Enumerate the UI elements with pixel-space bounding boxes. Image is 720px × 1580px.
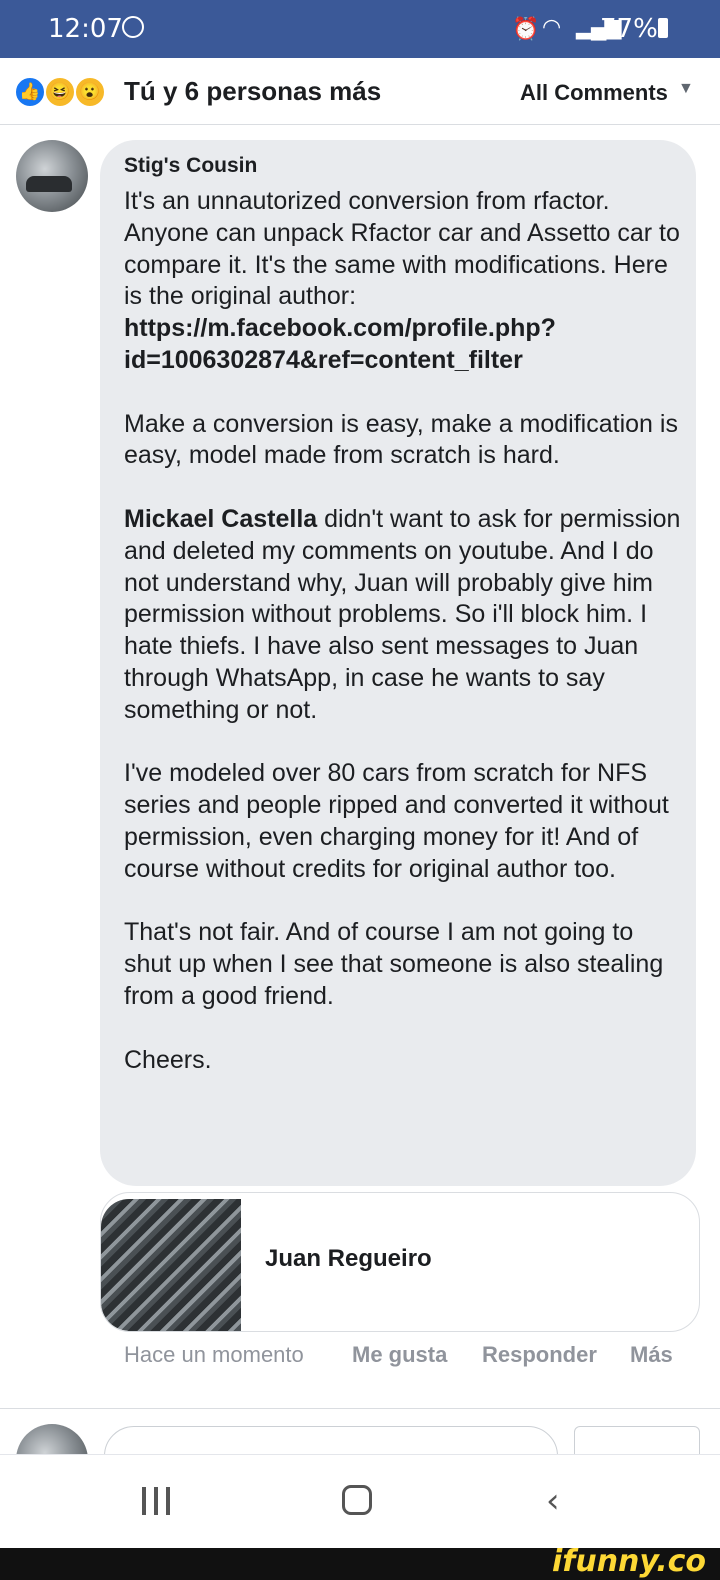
chevron-down-icon[interactable]: ▼ <box>678 80 694 98</box>
android-nav-bar: ‹ <box>0 1454 720 1549</box>
alarm-icon: ⏰ <box>512 16 540 41</box>
battery-icon <box>658 18 668 38</box>
status-bar: 12:07 ⏰ ◠ ▂▄▆ 77% <box>0 0 720 58</box>
haha-icon: 😆 <box>44 76 76 108</box>
watermark-bar: ifunny.co <box>0 1544 720 1580</box>
comment-paragraph: Mickael Castella didn't want to ask for … <box>124 504 684 727</box>
profile-link-card[interactable]: Juan Regueiro <box>100 1192 700 1332</box>
wow-icon: 😮 <box>74 76 106 108</box>
reactions-title[interactable]: Tú y 6 personas más <box>124 76 381 107</box>
whatsapp-icon <box>122 16 144 38</box>
wifi-icon: ◠ <box>542 14 562 39</box>
comment-paragraph: Make a conversion is easy, make a modifi… <box>124 409 678 470</box>
comment-bubble: Stig's Cousin It's an unnautorized conve… <box>100 140 696 1186</box>
battery-percent: 77% <box>600 14 658 44</box>
comment-paragraph: It's an unnautorized conversion from rfa… <box>124 186 684 377</box>
comment-paragraph: I've modeled over 80 cars from scratch f… <box>124 759 669 883</box>
divider <box>0 1408 720 1409</box>
profile-thumbnail <box>101 1199 241 1331</box>
mention-link[interactable]: Mickael Castella <box>124 505 317 533</box>
status-time: 12:07 <box>48 14 123 44</box>
comment-body: It's an unnautorized conversion from rfa… <box>124 186 684 1108</box>
comment-link[interactable]: https://m.facebook.com/profile.php?id=10… <box>124 314 556 374</box>
comment-text: didn't want to ask for permission and de… <box>124 504 681 724</box>
home-icon[interactable] <box>342 1485 372 1515</box>
comment-author[interactable]: Stig's Cousin <box>124 154 257 178</box>
comment-timestamp: Hace un momento <box>124 1342 304 1367</box>
comment-paragraph: Cheers. <box>124 1045 212 1074</box>
avatar-image <box>26 176 72 192</box>
linked-profile-name[interactable]: Juan Regueiro <box>265 1245 432 1273</box>
recent-apps-icon[interactable] <box>142 1487 174 1515</box>
comment-text: It's an unnautorized conversion from rfa… <box>124 187 680 311</box>
like-icon: 👍 <box>14 76 46 108</box>
reply-button[interactable]: Responder <box>482 1342 597 1368</box>
like-button[interactable]: Me gusta <box>352 1342 447 1368</box>
more-button[interactable]: Más <box>630 1342 673 1368</box>
avatar[interactable] <box>16 140 88 212</box>
comment-filter-dropdown[interactable]: All Comments <box>520 80 668 106</box>
back-icon[interactable]: ‹ <box>546 1481 560 1521</box>
comment-paragraph: That's not fair. And of course I am not … <box>124 918 664 1010</box>
watermark-logo: ifunny.co <box>552 1544 706 1579</box>
reaction-summary[interactable]: 👍 😆 😮 <box>14 76 114 110</box>
comments-header: 👍 😆 😮 Tú y 6 personas más All Comments ▼ <box>0 58 720 125</box>
